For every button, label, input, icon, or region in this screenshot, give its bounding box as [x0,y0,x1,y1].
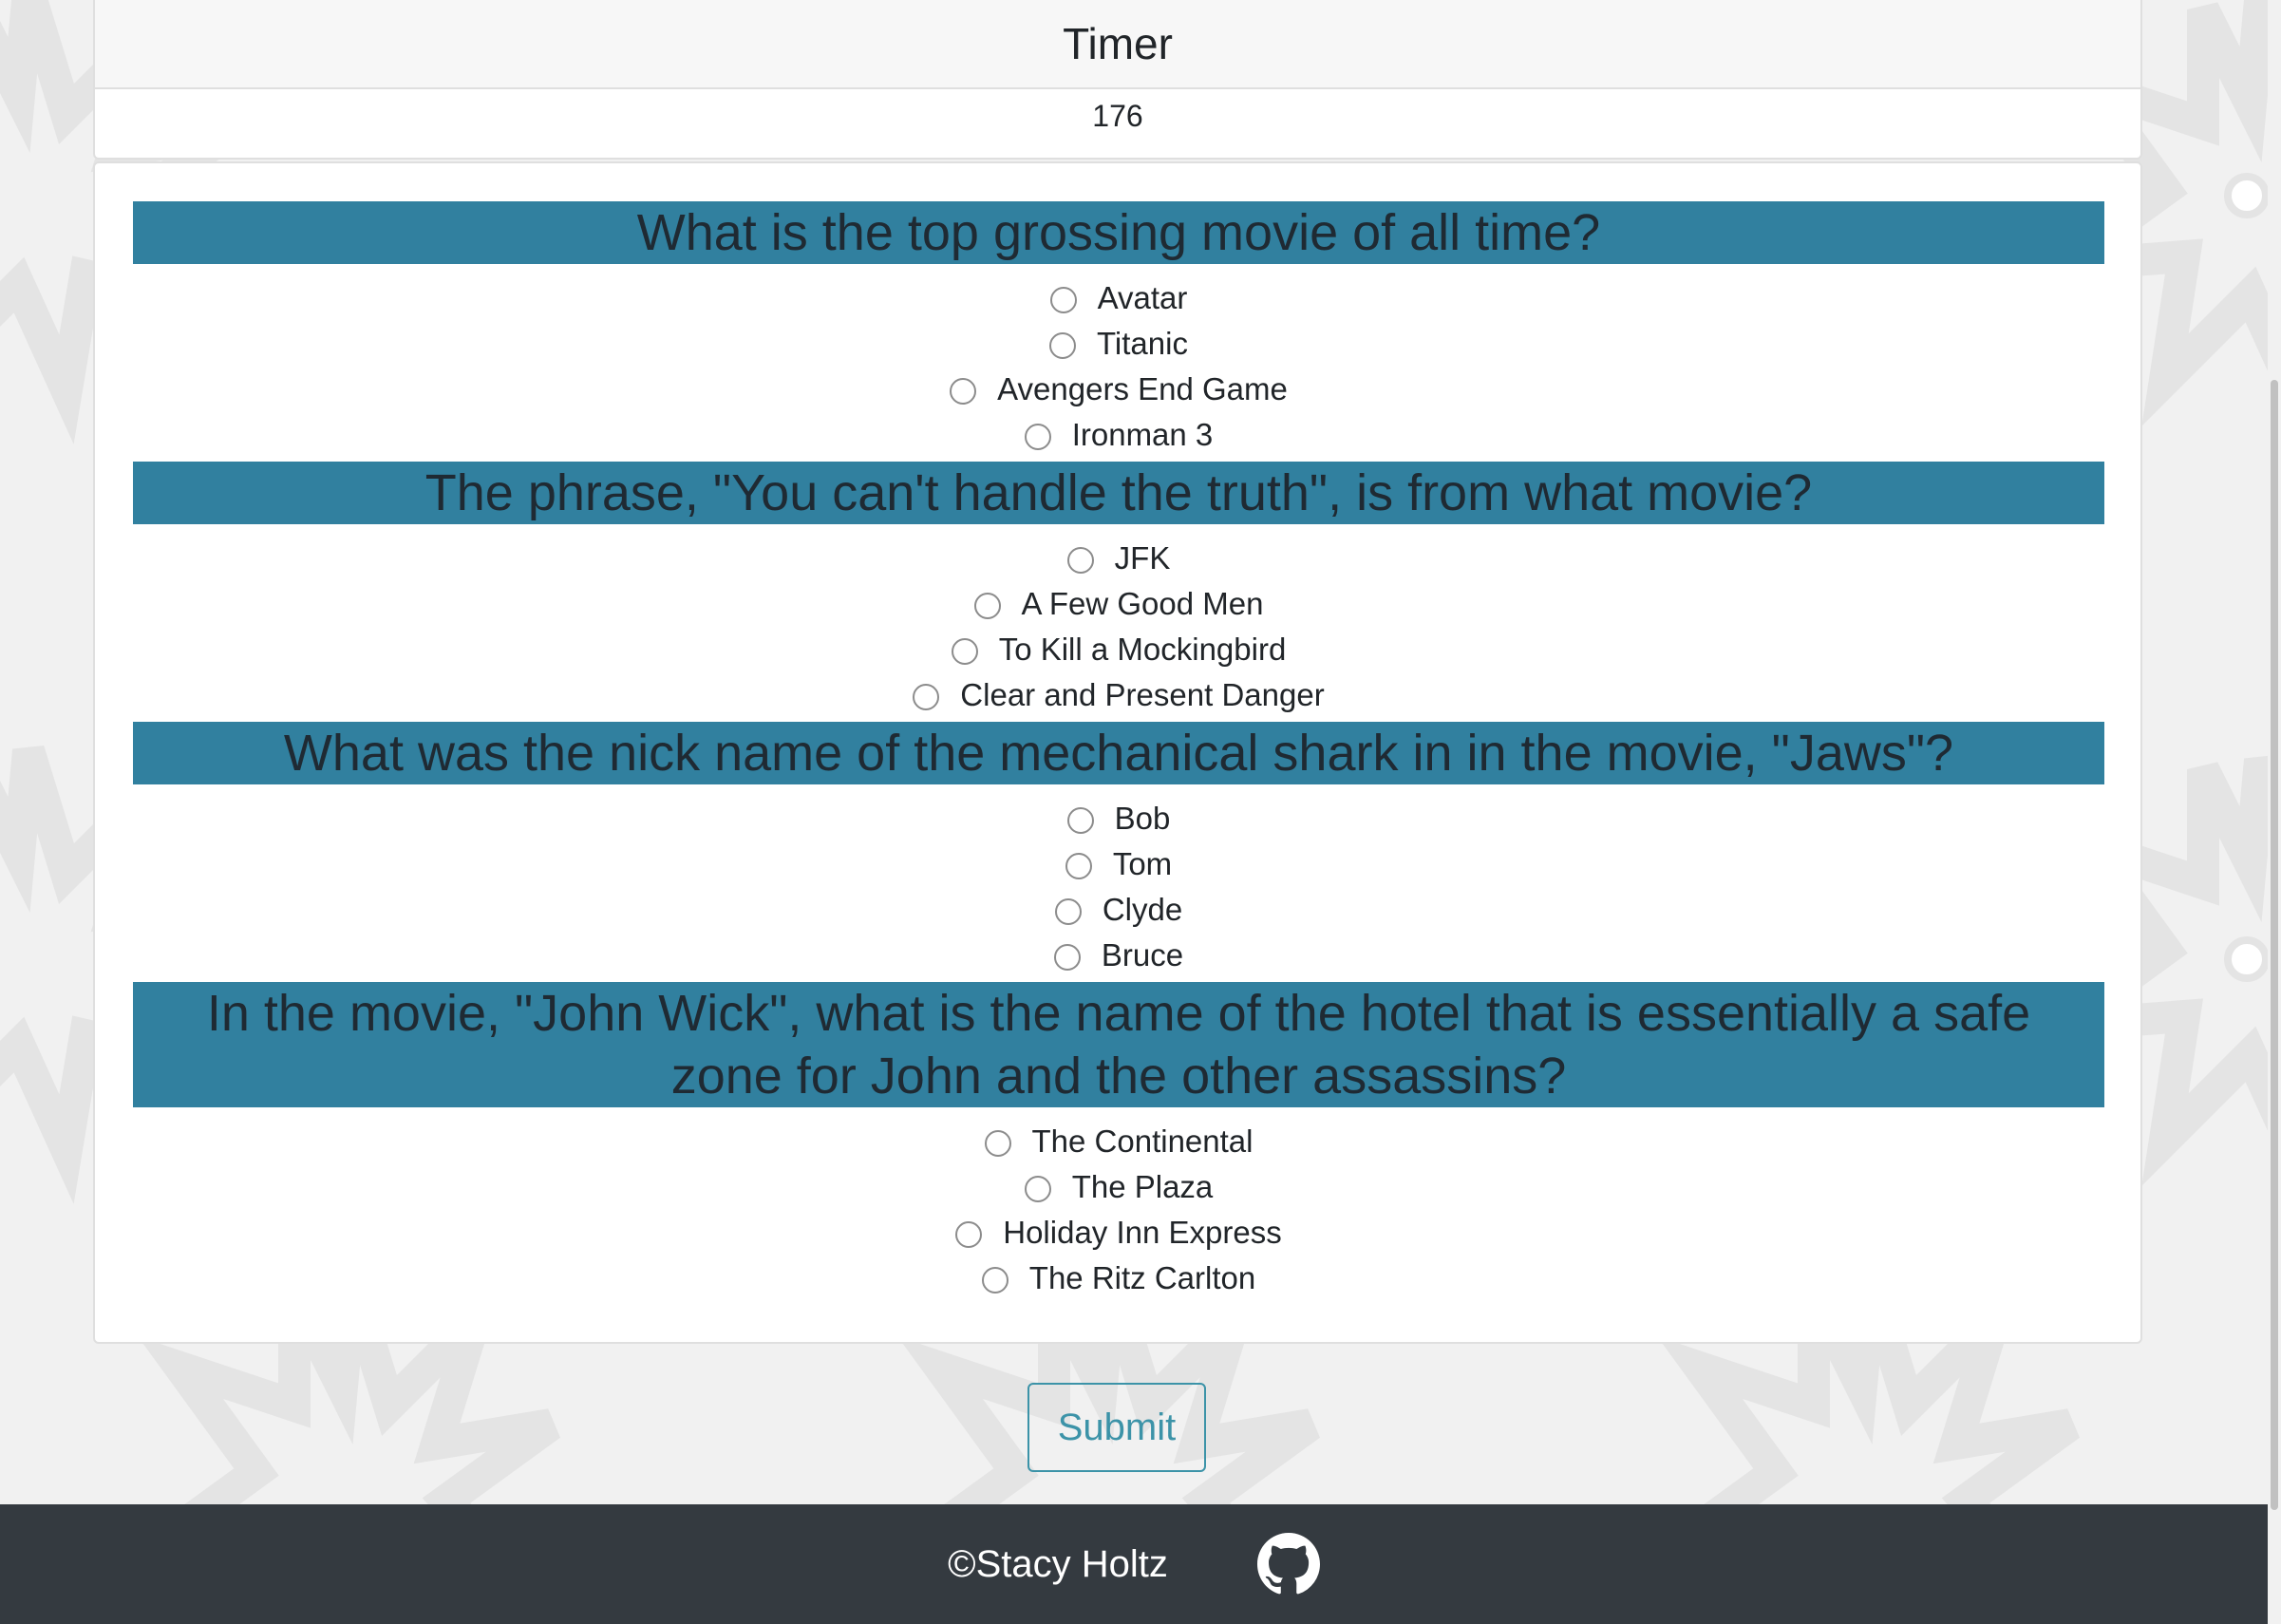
answer-option[interactable]: Titanic [133,321,2104,367]
answer-label: JFK [1114,540,1171,576]
footer-copyright: ©Stacy Holtz [948,1542,1168,1585]
radio-button[interactable] [981,1267,1009,1294]
answer-label: Ironman 3 [1071,417,1214,452]
answer-option[interactable]: The Ritz Carlton [133,1256,2104,1301]
radio-button[interactable] [950,378,977,405]
answer-label: Avengers End Game [997,371,1288,406]
answer-label: Titanic [1097,326,1188,361]
answer-option[interactable]: Tom [133,841,2104,887]
timer-value: 176 [1092,98,1143,133]
answer-label: A Few Good Men [1021,586,1264,621]
radio-button[interactable] [1053,944,1081,971]
answer-option[interactable]: Clyde [133,887,2104,933]
answer-option[interactable]: The Continental [133,1119,2104,1164]
radio-button[interactable] [913,684,940,710]
answer-list: JFK A Few Good Men To Kill a Mockingbird… [133,524,2104,722]
radio-button[interactable] [1054,898,1082,925]
answer-label: The Ritz Carlton [1028,1260,1256,1295]
answer-option[interactable]: To Kill a Mockingbird [133,627,2104,672]
question-block: What was the nick name of the mechanical… [133,722,2104,982]
radio-button[interactable] [973,593,1001,619]
page-content: Timer 176 What is the top grossing movie… [0,0,2268,1624]
answer-list: Bob Tom Clyde Bruce [133,784,2104,982]
radio-button[interactable] [1024,1176,1051,1202]
answer-option[interactable]: Clear and Present Danger [133,672,2104,718]
answer-label: Tom [1112,846,1173,881]
radio-button[interactable] [1024,424,1051,450]
radio-button[interactable] [1049,287,1077,313]
question-title: What is the top grossing movie of all ti… [133,201,2104,264]
answer-label: The Continental [1031,1124,1254,1159]
radio-button[interactable] [951,638,978,665]
answer-option[interactable]: Bruce [133,933,2104,978]
answer-label: Holiday Inn Express [1003,1215,1282,1250]
submit-button[interactable]: Submit [1027,1383,1206,1472]
answer-label: To Kill a Mockingbird [998,632,1287,667]
answer-option[interactable]: Avengers End Game [133,367,2104,412]
answer-list: Avatar Titanic Avengers End Game Ironman… [133,264,2104,462]
question-title: What was the nick name of the mechanical… [133,722,2104,784]
answer-option[interactable]: JFK [133,536,2104,581]
question-title: In the movie, "John Wick", what is the n… [133,982,2104,1107]
footer: ©Stacy Holtz [0,1504,2268,1624]
answer-option[interactable]: Avatar [133,275,2104,321]
answer-label: The Plaza [1071,1169,1214,1204]
answer-option[interactable]: Ironman 3 [133,412,2104,458]
answer-option[interactable]: A Few Good Men [133,581,2104,627]
answer-option[interactable]: Holiday Inn Express [133,1210,2104,1256]
answer-list: The Continental The Plaza Holiday Inn Ex… [133,1107,2104,1305]
radio-button[interactable] [955,1221,983,1248]
question-block: What is the top grossing movie of all ti… [133,201,2104,462]
answer-label: Avatar [1097,280,1188,315]
answer-option[interactable]: Bob [133,796,2104,841]
radio-button[interactable] [1066,547,1094,574]
quiz-card: What is the top grossing movie of all ti… [93,161,2142,1344]
answer-label: Clyde [1102,892,1183,927]
answer-option[interactable]: The Plaza [133,1164,2104,1210]
question-block: The phrase, "You can't handle the truth"… [133,462,2104,722]
answer-label: Bruce [1101,937,1184,973]
radio-button[interactable] [1065,853,1092,879]
scrollbar-thumb[interactable] [2271,380,2278,1510]
radio-button[interactable] [984,1130,1011,1157]
radio-button[interactable] [1066,807,1094,834]
question-block: In the movie, "John Wick", what is the n… [133,982,2104,1305]
github-icon[interactable] [1256,1533,1320,1596]
answer-label: Bob [1114,801,1171,836]
timer-card: Timer 176 [93,0,2142,160]
answer-label: Clear and Present Danger [960,677,1325,712]
question-title: The phrase, "You can't handle the truth"… [133,462,2104,524]
timer-title: Timer [95,0,2140,89]
radio-button[interactable] [1049,332,1076,359]
